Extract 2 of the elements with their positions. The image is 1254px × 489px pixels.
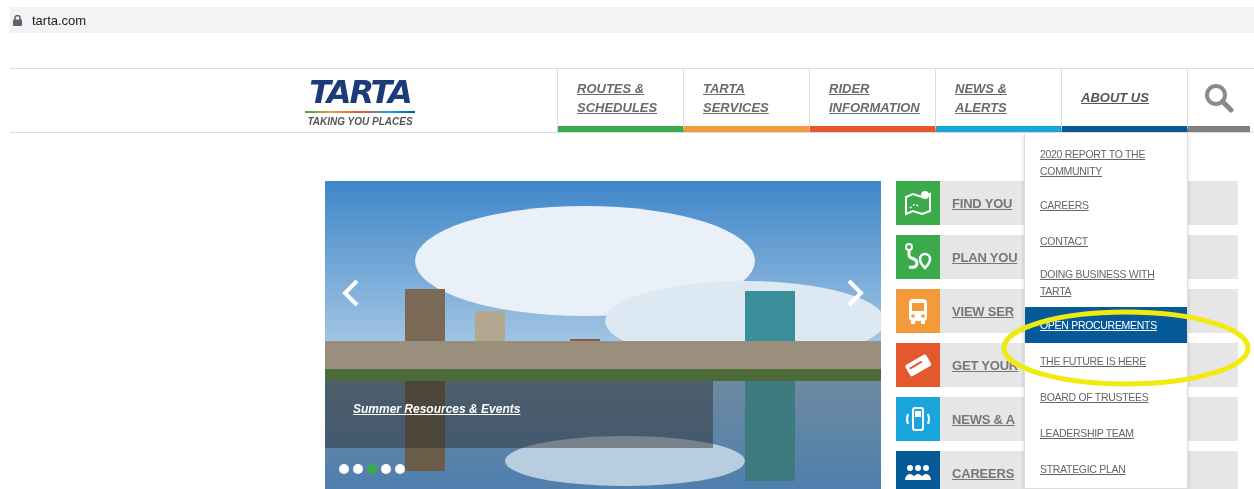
url-text: tarta.com (32, 12, 87, 28)
logo-tagline: TAKING YOU PLACES (307, 116, 413, 127)
